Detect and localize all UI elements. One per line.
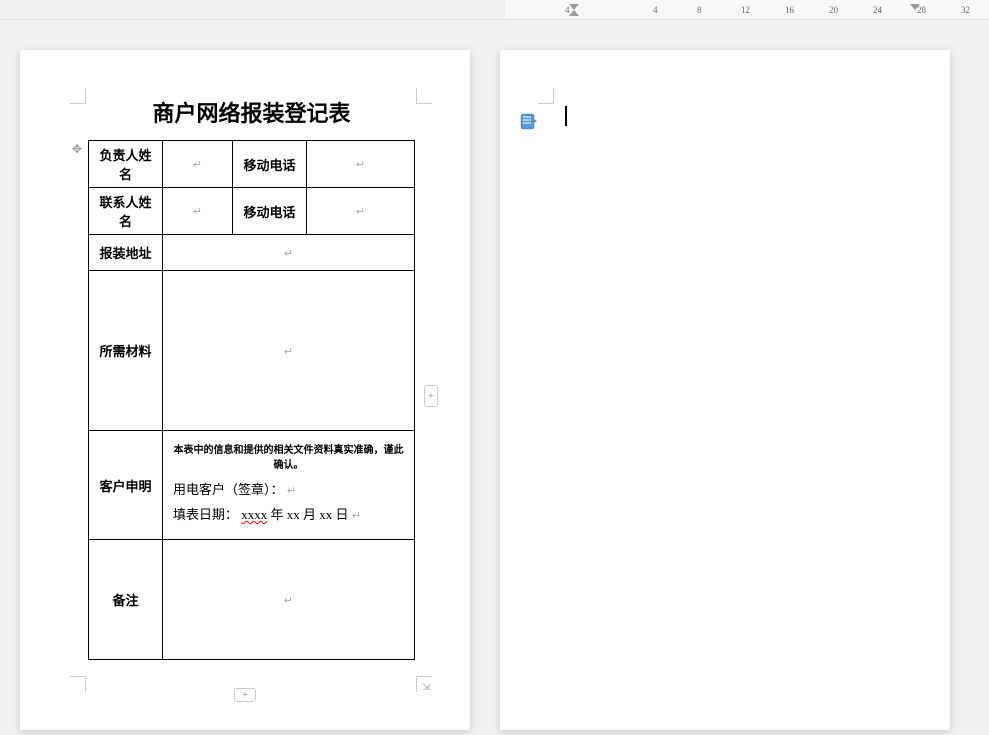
address-label[interactable]: 报装地址 (89, 235, 163, 271)
document-page-1[interactable]: ✥ 商户网络报装登记表 负责人姓名 ↵ 移动电话 ↵ 联系人姓名 ↵ 移动电话 … (20, 50, 470, 730)
materials-label[interactable]: 所需材料 (89, 271, 163, 431)
declaration-signature-line: 用电客户（签章）： ↵ (173, 479, 404, 498)
declaration-confirmation-text: 本表中的信息和提供的相关文件资料真实准确，谨此确认。 (173, 441, 404, 471)
responsible-name-value[interactable]: ↵ (163, 141, 233, 188)
margin-corner-bl (70, 676, 86, 692)
responsible-phone-label[interactable]: 移动电话 (233, 141, 307, 188)
section-break-icon (520, 112, 538, 130)
add-column-button[interactable]: + (424, 385, 438, 407)
ruler-tick: 4 (565, 5, 609, 15)
declaration-content[interactable]: 本表中的信息和提供的相关文件资料真实准确，谨此确认。 用电客户（签章）： ↵ 填… (163, 431, 415, 540)
margin-corner-tl (70, 88, 86, 104)
declaration-date-line: 填表日期： xxxx 年 xx 月 xx 日 ↵ (173, 504, 404, 523)
table-row: 负责人姓名 ↵ 移动电话 ↵ (89, 141, 415, 188)
materials-value[interactable]: ↵ (163, 271, 415, 431)
horizontal-ruler[interactable]: 4 4 8 12 16 20 24 28 32 36 44 (505, 0, 989, 20)
table-row: 报装地址 ↵ (89, 235, 415, 271)
responsible-phone-value[interactable]: ↵ (307, 141, 415, 188)
contact-phone-label[interactable]: 移动电话 (233, 188, 307, 235)
table-resize-handle[interactable]: ⇲ (422, 682, 432, 692)
ruler-tick: 4 (653, 5, 697, 15)
ruler-tick: 24 (873, 5, 917, 15)
ruler-tick: 20 (829, 5, 873, 15)
table-row: 所需材料 ↵ (89, 271, 415, 431)
responsible-name-label[interactable]: 负责人姓名 (89, 141, 163, 188)
document-page-2[interactable] (500, 50, 950, 730)
pages-container: ✥ 商户网络报装登记表 负责人姓名 ↵ 移动电话 ↵ 联系人姓名 ↵ 移动电话 … (0, 25, 989, 735)
table-row: 备注 ↵ (89, 540, 415, 660)
contact-phone-value[interactable]: ↵ (307, 188, 415, 235)
ruler-tick: 16 (785, 5, 829, 15)
margin-corner-tl (538, 88, 554, 104)
table-anchor-icon[interactable]: ✥ (72, 142, 82, 157)
date-year-placeholder: xxxx (241, 507, 267, 522)
contact-name-value[interactable]: ↵ (163, 188, 233, 235)
table-row: 联系人姓名 ↵ 移动电话 ↵ (89, 188, 415, 235)
text-cursor (565, 106, 567, 126)
table-row: 客户申明 本表中的信息和提供的相关文件资料真实准确，谨此确认。 用电客户（签章）… (89, 431, 415, 540)
remarks-label[interactable]: 备注 (89, 540, 163, 660)
address-value[interactable]: ↵ (163, 235, 415, 271)
margin-corner-tr (416, 88, 432, 104)
registration-form-table[interactable]: 负责人姓名 ↵ 移动电话 ↵ 联系人姓名 ↵ 移动电话 ↵ 报装地址 ↵ 所需材… (88, 140, 415, 660)
ruler-tick: 12 (741, 5, 785, 15)
ruler-tick: 32 (961, 5, 989, 15)
declaration-label[interactable]: 客户申明 (89, 431, 163, 540)
contact-name-label[interactable]: 联系人姓名 (89, 188, 163, 235)
ruler-left-spacer (0, 0, 505, 20)
ruler-tick: 28 (917, 5, 961, 15)
remarks-value[interactable]: ↵ (163, 540, 415, 660)
add-row-button[interactable]: + (234, 688, 256, 702)
document-title[interactable]: 商户网络报装登记表 (88, 96, 415, 128)
ruler-tick: 8 (697, 5, 741, 15)
